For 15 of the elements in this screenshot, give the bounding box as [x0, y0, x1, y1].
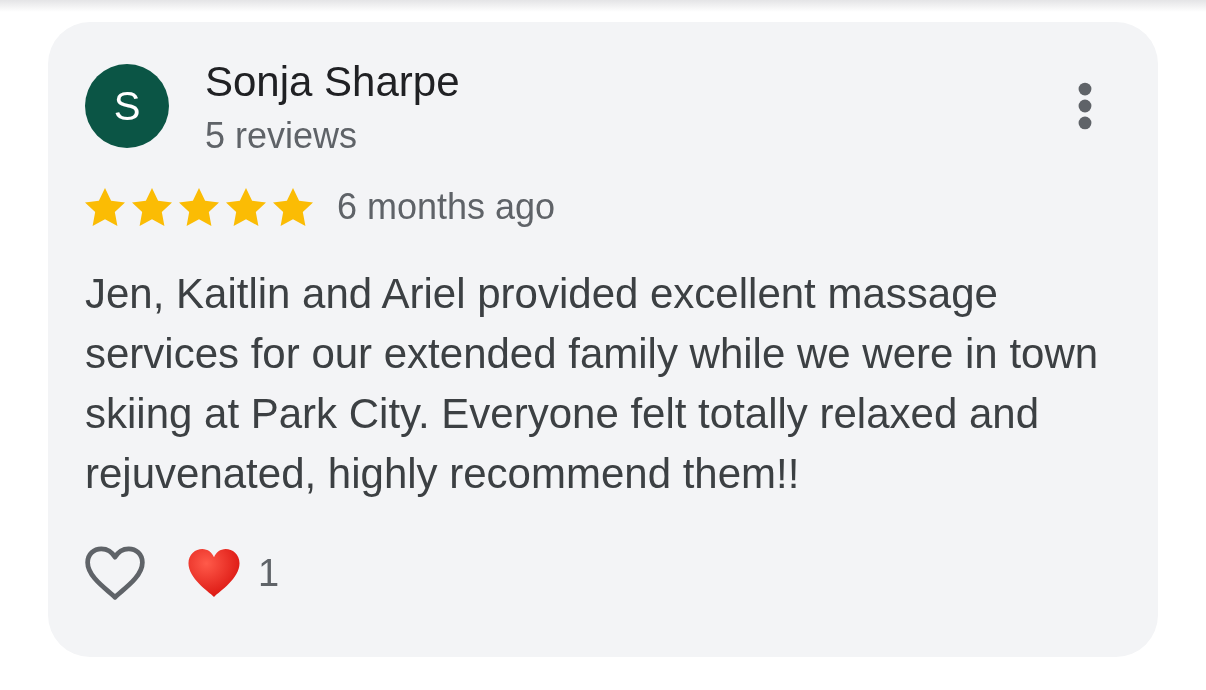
like-button[interactable] [85, 546, 145, 600]
star-icon [226, 188, 266, 226]
star-icon [132, 188, 172, 226]
star-icon [179, 188, 219, 226]
reaction-count: 1 [258, 551, 280, 595]
more-icon [1078, 82, 1092, 130]
star-icon [273, 188, 313, 226]
heart-outline-icon [85, 546, 145, 600]
review-time: 6 months ago [337, 186, 556, 228]
heart-emoji-icon [188, 549, 240, 597]
reviewer-name: Sonja Sharpe [205, 58, 460, 106]
review-text: Jen, Kaitlin and Ariel provided excellent massage services for our extended family while we were in town skiing at Park City. Everyone felt totally relaxed and rejuvenated, highly recommend them!! [85, 269, 1100, 499]
avatar: S [85, 64, 169, 148]
star-icon [85, 188, 125, 226]
review-count: 5 reviews [205, 115, 358, 157]
